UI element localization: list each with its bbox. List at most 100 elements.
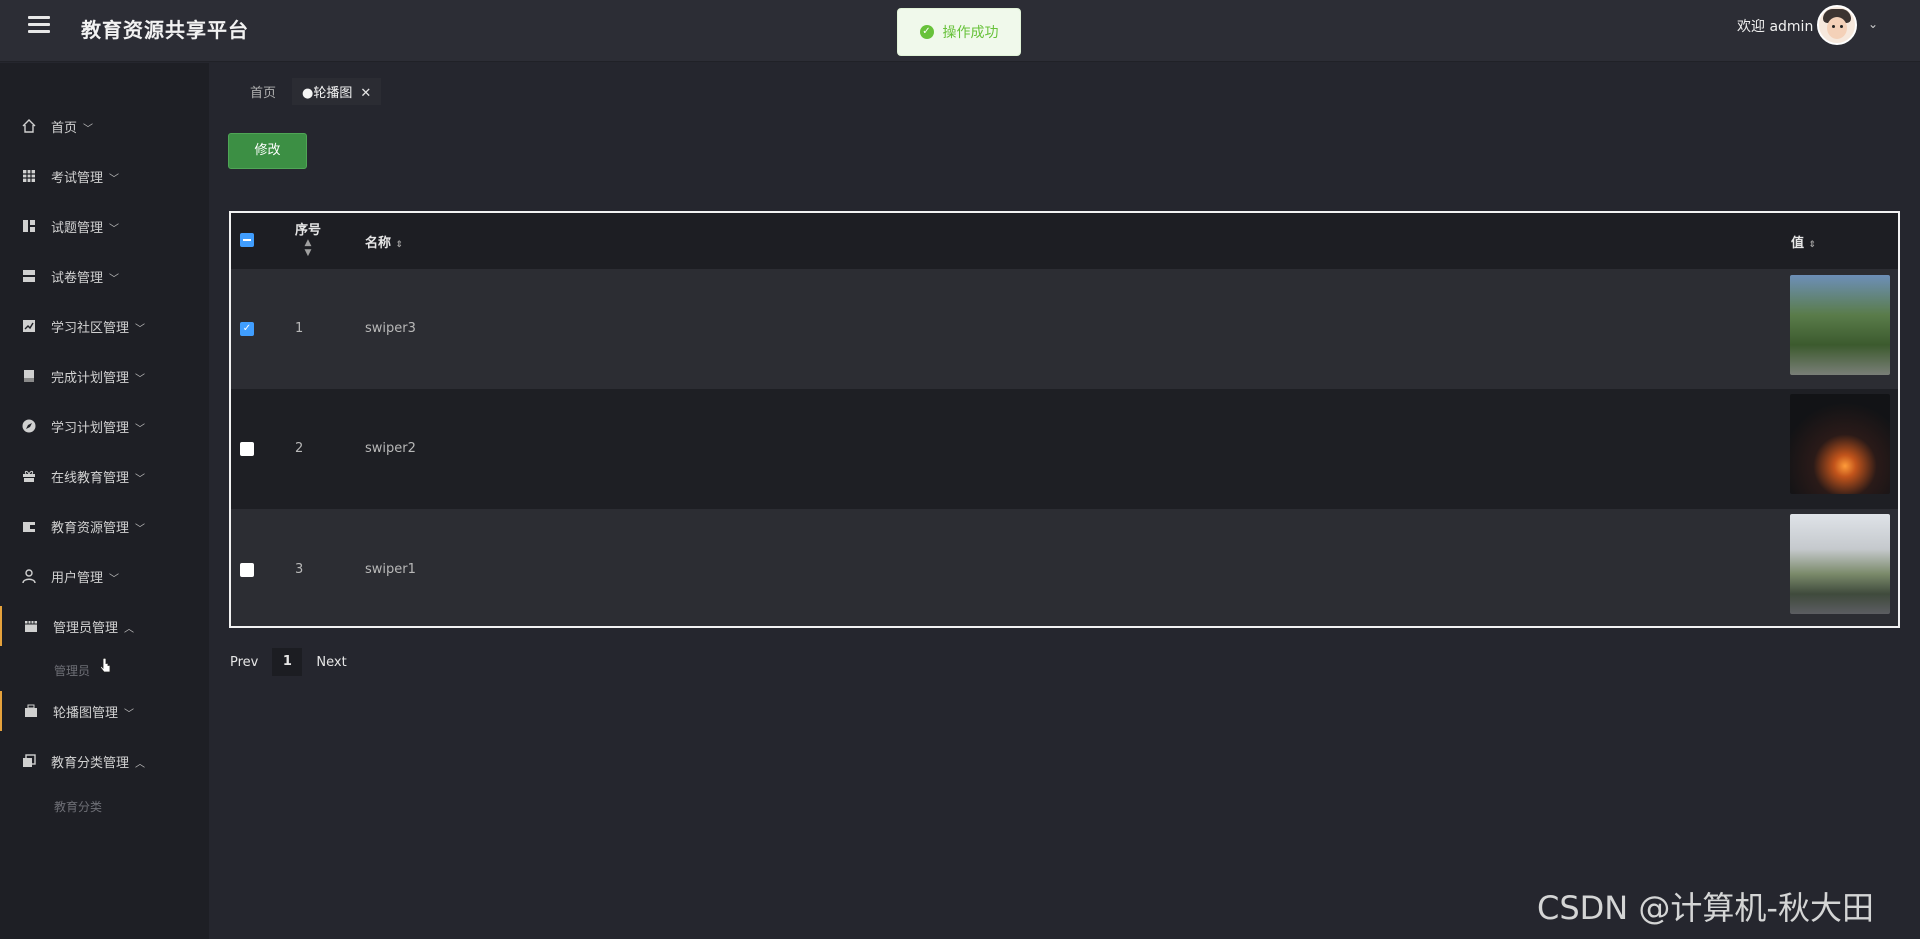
mouse-cursor-icon [100, 658, 111, 673]
chart-box-icon [23, 320, 35, 332]
sidebar-item-questions[interactable]: 试题管理 ﹀ [0, 206, 209, 246]
sidebar-item-label: 首页 [51, 120, 78, 136]
next-button[interactable]: Next [316, 655, 346, 670]
avatar[interactable] [1817, 5, 1857, 45]
sidebar-item-users[interactable]: 用户管理 ﹀ [0, 556, 209, 596]
chevron-down-icon: ﹀ [135, 473, 146, 485]
row-image[interactable] [1790, 275, 1890, 375]
chevron-down-icon: ﹀ [109, 223, 120, 235]
table-row[interactable]: ✓ 1 swiper3 [231, 269, 1898, 389]
sidebar-item-label: 在线教育管理 [51, 470, 130, 486]
sidebar-item-label: 教育资源管理 [51, 520, 130, 536]
table-row[interactable]: 2 swiper2 [231, 389, 1898, 509]
sidebar-item-study-plans[interactable]: 学习计划管理 ﹀ [0, 406, 209, 446]
sidebar-item-label: 考试管理 [51, 170, 104, 186]
sidebar-subitem-category[interactable]: 教育分类 [54, 798, 102, 815]
sidebar-item-label: 试题管理 [51, 220, 104, 236]
data-table: 序号 ▲ ▼ 名称 ⇕ 值 ⇕ ✓ 1 swiper3 2 swiper2 3 s… [229, 211, 1900, 628]
sidebar-item-carousel[interactable]: 轮播图管理 ﹀ [0, 691, 209, 731]
tab-bar: 首页 ●轮播图 ✕ [240, 78, 382, 105]
home-icon [22, 119, 36, 133]
server-icon [23, 270, 35, 282]
sidebar-item-categories[interactable]: 教育分类管理 ︿ [0, 741, 209, 781]
row-index: 2 [295, 441, 304, 456]
layout-icon [23, 220, 35, 232]
row-image[interactable] [1790, 514, 1890, 614]
chevron-down-icon: ﹀ [109, 573, 120, 585]
row-index: 1 [295, 321, 304, 336]
sidebar-item-label: 教育分类管理 [51, 755, 130, 771]
grid-icon [23, 170, 35, 182]
sidebar-item-label: 学习社区管理 [51, 320, 130, 336]
page-number[interactable]: 1 [272, 648, 303, 676]
sidebar-item-exam[interactable]: 考试管理 ﹀ [0, 156, 209, 196]
sidebar-item-label: 学习计划管理 [51, 420, 130, 436]
tab-home[interactable]: 首页 [240, 78, 286, 105]
prev-button[interactable]: Prev [230, 655, 258, 670]
close-icon[interactable]: ✕ [360, 86, 371, 101]
top-bar: 教育资源共享平台 ✓ 操作成功 欢迎 admin ⌄ [0, 0, 1920, 62]
chevron-down-icon: ﹀ [83, 123, 94, 135]
sidebar-subitem-admin[interactable]: 管理员 [54, 662, 90, 679]
sidebar-item-community[interactable]: 学习社区管理 ﹀ [0, 306, 209, 346]
row-checkbox[interactable] [240, 563, 254, 577]
sidebar-item-label: 完成计划管理 [51, 370, 130, 386]
sidebar-item-completed-plans[interactable]: 完成计划管理 ﹀ [0, 356, 209, 396]
row-checkbox[interactable]: ✓ [240, 322, 254, 336]
edit-button[interactable]: 修改 [228, 133, 307, 169]
copy-icon [23, 754, 36, 767]
sort-icon[interactable]: ⇕ [396, 240, 404, 250]
toast-message: 操作成功 [942, 25, 999, 41]
row-name: swiper1 [365, 562, 416, 577]
chevron-down-icon: ﹀ [135, 373, 146, 385]
chevron-down-icon[interactable]: ⌄ [1868, 17, 1878, 31]
row-image[interactable] [1790, 394, 1890, 494]
chevron-down-icon: ﹀ [135, 523, 146, 535]
row-checkbox[interactable] [240, 442, 254, 456]
row-index: 3 [295, 562, 304, 577]
menu-toggle-icon[interactable] [28, 16, 50, 36]
sidebar-item-online-education[interactable]: 在线教育管理 ﹀ [0, 456, 209, 496]
column-header-label: 名称 [365, 236, 392, 251]
sidebar-item-home[interactable]: 首页 ﹀ [0, 106, 209, 146]
column-header-index[interactable]: 序号 ▲ ▼ [295, 219, 321, 258]
chevron-down-icon: ﹀ [109, 173, 120, 185]
pagination: Prev 1 Next [230, 648, 347, 676]
tab-carousel[interactable]: ●轮播图 ✕ [292, 78, 382, 105]
sort-icon[interactable]: ⇕ [1809, 240, 1817, 250]
document-icon [24, 370, 34, 382]
select-all-checkbox[interactable] [240, 233, 254, 247]
compass-icon [22, 419, 36, 433]
chevron-down-icon: ﹀ [124, 708, 135, 720]
sidebar-item-label: 管理员管理 [53, 620, 119, 636]
app-title: 教育资源共享平台 [81, 18, 249, 42]
sidebar: 首页 ﹀ 考试管理 ﹀ 试题管理 ﹀ 试卷管理 ﹀ 学习社区管理 ﹀ 完成计划管理 ﹀ 学习… [0, 63, 209, 939]
sidebar-item-admins[interactable]: 管理员管理 ︿ [0, 606, 209, 646]
briefcase-icon [25, 704, 37, 717]
chevron-up-icon: ︿ [135, 758, 146, 770]
column-header-label: 序号 [295, 223, 322, 238]
chevron-up-icon: ︿ [124, 623, 135, 635]
table-header: 序号 ▲ ▼ 名称 ⇕ 值 ⇕ [231, 213, 1898, 269]
row-name: swiper2 [365, 441, 416, 456]
user-icon [22, 569, 36, 584]
tab-label: ●轮播图 [302, 86, 353, 101]
chevron-down-icon: ﹀ [135, 323, 146, 335]
table-row[interactable]: 3 swiper1 [231, 509, 1898, 626]
column-header-label: 值 [1791, 236, 1805, 251]
chevron-down-icon: ﹀ [109, 273, 120, 285]
store-icon [25, 621, 37, 632]
watermark: CSDN @计算机-秋大田 [1537, 889, 1874, 927]
sort-icon[interactable]: ▲ ▼ [295, 238, 321, 258]
success-toast: ✓ 操作成功 [897, 8, 1021, 56]
row-name: swiper3 [365, 321, 416, 336]
column-header-name[interactable]: 名称 ⇕ [365, 232, 403, 251]
check-circle-icon: ✓ [919, 25, 934, 39]
wallet-icon [23, 522, 35, 532]
gift-icon [23, 470, 35, 482]
column-header-value[interactable]: 值 ⇕ [1791, 232, 1816, 251]
sidebar-item-papers[interactable]: 试卷管理 ﹀ [0, 256, 209, 296]
chevron-down-icon: ﹀ [135, 423, 146, 435]
welcome-text: 欢迎 admin [1737, 19, 1814, 35]
sidebar-item-resources[interactable]: 教育资源管理 ﹀ [0, 506, 209, 546]
